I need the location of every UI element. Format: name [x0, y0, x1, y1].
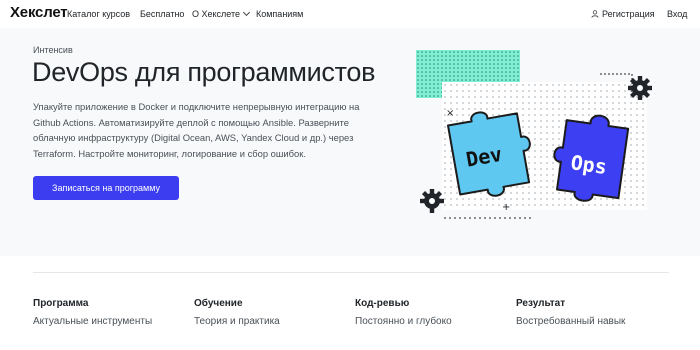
register-link[interactable]: Регистрация [591, 9, 655, 19]
nav-companies-link[interactable]: Компаниям [256, 9, 303, 19]
nav-about-dropdown[interactable]: О Хекслете [192, 8, 251, 19]
feature-program: Программа Актуальные инструменты [33, 298, 183, 327]
ops-piece-label: Ops [569, 150, 608, 179]
course-description: Упакуйте приложение в Docker и подключит… [33, 101, 360, 159]
feature-subtitle: Актуальные инструменты [33, 316, 153, 327]
plus-mark: + [502, 202, 510, 213]
gear-icon [420, 189, 444, 213]
feature-code-review: Код-ревью Постоянно и глубоко [355, 298, 505, 327]
brand-logo[interactable]: Хекслет [10, 4, 68, 21]
user-icon [591, 10, 599, 18]
feature-title: Код-ревью [355, 298, 410, 309]
feature-subtitle: Востребованный навык [516, 316, 626, 327]
feature-subtitle: Постоянно и глубоко [355, 316, 452, 327]
nav-about-label: О Хекслете [192, 9, 241, 19]
feature-learning: Обучение Теория и практика [194, 298, 344, 327]
enroll-button[interactable]: Записаться на программу [33, 176, 179, 200]
register-label: Регистрация [602, 9, 655, 19]
nav-free-link[interactable]: Бесплатно [140, 9, 184, 19]
course-type-label: Интенсив [33, 45, 73, 55]
section-divider [33, 272, 669, 273]
feature-result: Результат Востребованный навык [516, 298, 666, 327]
top-navbar: Хекслет Каталог курсов Бесплатно О Хексл… [0, 0, 700, 28]
feature-title: Обучение [194, 298, 243, 309]
feature-title: Программа [33, 298, 89, 309]
cross-mark: × [446, 108, 454, 119]
login-link[interactable]: Вход [667, 9, 687, 19]
feature-subtitle: Теория и практика [194, 316, 280, 327]
gear-icon [628, 76, 652, 100]
devops-puzzle-illustration: × + Dev Ops [416, 50, 652, 219]
chevron-down-icon [243, 8, 251, 17]
feature-title: Результат [516, 298, 566, 309]
page-title: DevOps для программистов [32, 57, 376, 87]
nav-catalog-link[interactable]: Каталог курсов [67, 9, 130, 19]
